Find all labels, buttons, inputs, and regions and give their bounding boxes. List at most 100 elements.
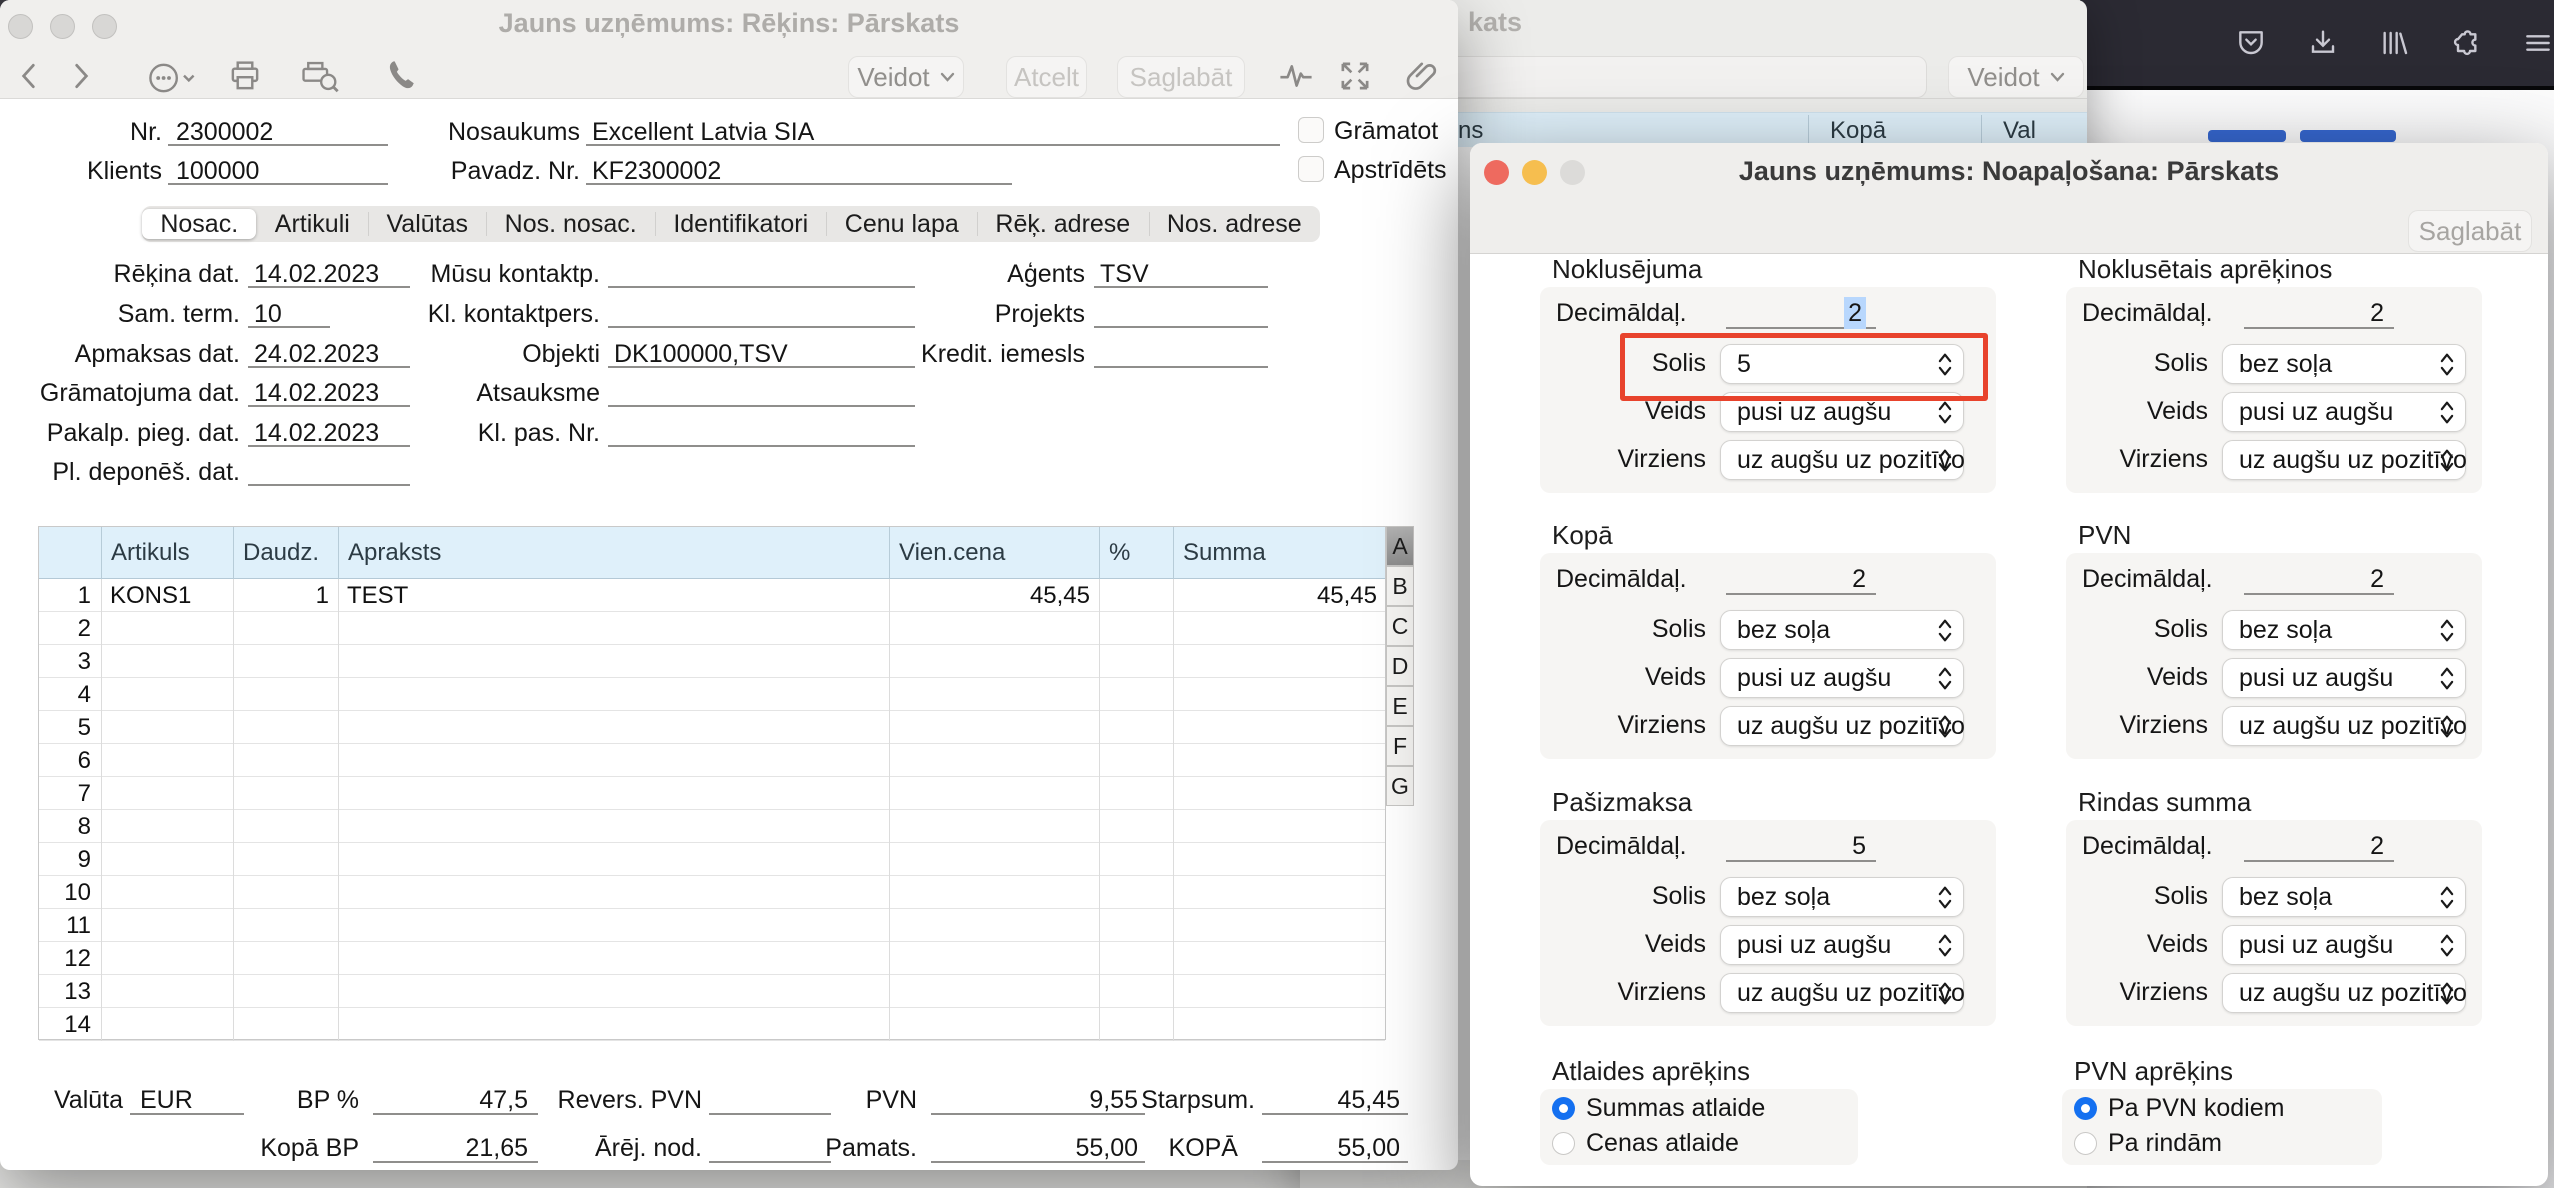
chevron-down-icon xyxy=(940,72,954,82)
activity-icon[interactable] xyxy=(1278,58,1314,94)
apstridets-checkbox[interactable] xyxy=(1298,156,1324,182)
virziens-select[interactable]: uz augšu uz pozitīvo xyxy=(1720,440,1965,480)
virziens-select[interactable]: uz augšu uz pozitīvo xyxy=(2222,973,2467,1013)
table-row[interactable]: 5 xyxy=(39,711,1385,744)
cell-apraksts[interactable]: TEST xyxy=(347,582,880,610)
phone-icon[interactable] xyxy=(384,58,418,94)
gramatot-checkbox[interactable] xyxy=(1298,117,1324,143)
row-label-solis: Solis xyxy=(1651,615,1706,643)
veids-select[interactable]: pusi uz augšu xyxy=(2222,925,2466,965)
table-row[interactable]: 1 KONS1 1 TEST 45,45 45,45 xyxy=(39,579,1385,612)
matrix-tab-b[interactable]: B xyxy=(1386,566,1414,606)
expand-icon[interactable] xyxy=(1338,58,1372,94)
decimals-value[interactable]: 5 xyxy=(1716,832,1866,861)
print-icon[interactable] xyxy=(228,58,262,94)
matrix-tab-g[interactable]: G xyxy=(1386,766,1414,806)
search-input[interactable] xyxy=(1448,56,1927,98)
paperclip-icon[interactable] xyxy=(1406,58,1440,94)
field-label: Kl. kontaktpers. xyxy=(427,300,600,328)
more-actions-icon[interactable] xyxy=(140,60,204,96)
table-row[interactable]: 13 xyxy=(39,975,1385,1008)
print-preview-icon[interactable] xyxy=(300,58,340,94)
table-row[interactable]: 10 xyxy=(39,876,1385,909)
veidot-dropdown-button[interactable]: Veidot xyxy=(848,56,964,98)
chevron-left-icon[interactable] xyxy=(14,58,44,94)
stepper-chevrons-icon xyxy=(1936,712,1954,741)
table-row[interactable]: 11 xyxy=(39,909,1385,942)
veids-select[interactable]: pusi uz augšu xyxy=(1720,392,1964,432)
field-underline[interactable] xyxy=(608,379,915,407)
solis-select[interactable]: 5 xyxy=(1720,344,1964,384)
decimals-value[interactable]: 2 xyxy=(2234,832,2384,861)
table-row[interactable]: 2 xyxy=(39,612,1385,645)
menu-icon[interactable] xyxy=(2522,27,2554,59)
total-value[interactable]: 45,45 xyxy=(1180,1086,1400,1115)
cell-viencena[interactable]: 45,45 xyxy=(898,582,1090,610)
cell-artikuls[interactable]: KONS1 xyxy=(110,582,224,610)
decimals-value[interactable]: 2 xyxy=(1716,297,1866,329)
field-underline[interactable] xyxy=(1094,340,1268,368)
items-table: Artikuls Daudz. Apraksts Vien.cena% Summa 1 KO… xyxy=(38,526,1386,1041)
total-value[interactable]: 55,00 xyxy=(1180,1134,1400,1163)
virziens-select[interactable]: uz augšu uz pozitīvo xyxy=(2222,440,2467,480)
download-icon[interactable] xyxy=(2307,27,2339,59)
row-label-veids: Veids xyxy=(2146,930,2208,958)
table-row[interactable]: 8 xyxy=(39,810,1385,843)
saglabat-button[interactable]: Saglabāt xyxy=(1117,56,1245,98)
radio-summas-atlaide[interactable] xyxy=(1552,1097,1575,1120)
pocket-icon[interactable] xyxy=(2235,27,2267,59)
matrix-tab-a[interactable]: A xyxy=(1386,526,1414,566)
table-row[interactable]: 9 xyxy=(39,843,1385,876)
decimals-value[interactable]: 2 xyxy=(2234,299,2384,328)
decimals-label: Decimāldaļ. xyxy=(2082,565,2213,593)
column-header: Kopā xyxy=(1830,117,1887,144)
table-row[interactable]: 3 xyxy=(39,645,1385,678)
veids-select[interactable]: pusi uz augšu xyxy=(1720,658,1964,698)
saglabat-button[interactable]: Saglabāt xyxy=(2408,210,2532,252)
solis-select[interactable]: bez soļa xyxy=(1720,610,1964,650)
selected-option: bez soļa xyxy=(2239,882,2333,911)
solis-select[interactable]: bez soļa xyxy=(2222,610,2466,650)
veids-select[interactable]: pusi uz augšu xyxy=(2222,392,2466,432)
table-row[interactable]: 14 xyxy=(39,1008,1385,1041)
library-icon[interactable] xyxy=(2378,27,2410,59)
decimals-value[interactable]: 2 xyxy=(2234,565,2384,594)
table-row[interactable]: 4 xyxy=(39,678,1385,711)
matrix-tab-d[interactable]: D xyxy=(1386,646,1414,686)
virziens-select[interactable]: uz augšu uz pozitīvo xyxy=(1720,973,1965,1013)
field-underline[interactable] xyxy=(1094,300,1268,328)
matrix-tab-e[interactable]: E xyxy=(1386,686,1414,726)
field-underline[interactable] xyxy=(248,458,410,486)
table-row[interactable]: 6 xyxy=(39,744,1385,777)
tab-cenu-lapa[interactable]: Cenu lapa xyxy=(826,209,977,239)
tab-nos-nosac-[interactable]: Nos. nosac. xyxy=(486,209,655,239)
matrix-tab-c[interactable]: C xyxy=(1386,606,1414,646)
tab-identifikatori[interactable]: Identifikatori xyxy=(655,209,826,239)
tab-artikuli[interactable]: Artikuli xyxy=(256,209,368,239)
atcelt-button[interactable]: Atcelt xyxy=(1006,56,1087,98)
radio-cenas-atlaide[interactable] xyxy=(1552,1132,1575,1155)
field-underline[interactable] xyxy=(608,419,915,447)
veids-select[interactable]: pusi uz augšu xyxy=(1720,925,1964,965)
decimals-value[interactable]: 2 xyxy=(1716,565,1866,594)
cell-summa[interactable]: 45,45 xyxy=(1182,582,1377,610)
cell-daudz[interactable]: 1 xyxy=(242,582,329,610)
virziens-select[interactable]: uz augšu uz pozitīvo xyxy=(1720,706,1965,746)
solis-select[interactable]: bez soļa xyxy=(1720,877,1964,917)
table-row[interactable]: 12 xyxy=(39,942,1385,975)
table-row[interactable]: 7 xyxy=(39,777,1385,810)
tab-nos-adrese[interactable]: Nos. adrese xyxy=(1148,209,1320,239)
matrix-tab-f[interactable]: F xyxy=(1386,726,1414,766)
extensions-icon[interactable] xyxy=(2450,27,2482,59)
tab-r-adrese[interactable]: Rēķ. adrese xyxy=(977,209,1148,239)
solis-select[interactable]: bez soļa xyxy=(2222,877,2466,917)
virziens-select[interactable]: uz augšu uz pozitīvo xyxy=(2222,706,2467,746)
tab-nosac-[interactable]: Nosac. xyxy=(142,209,257,239)
tab-val-tas[interactable]: Valūtas xyxy=(368,209,486,239)
solis-select[interactable]: bez soļa xyxy=(2222,344,2466,384)
veids-select[interactable]: pusi uz augšu xyxy=(2222,658,2466,698)
veidot-dropdown-button[interactable]: Veidot xyxy=(1948,56,2084,98)
radio-pa-pvn-kodiem[interactable] xyxy=(2074,1097,2097,1120)
chevron-right-icon[interactable] xyxy=(66,58,96,94)
radio-pa-rind-m[interactable] xyxy=(2074,1132,2097,1155)
